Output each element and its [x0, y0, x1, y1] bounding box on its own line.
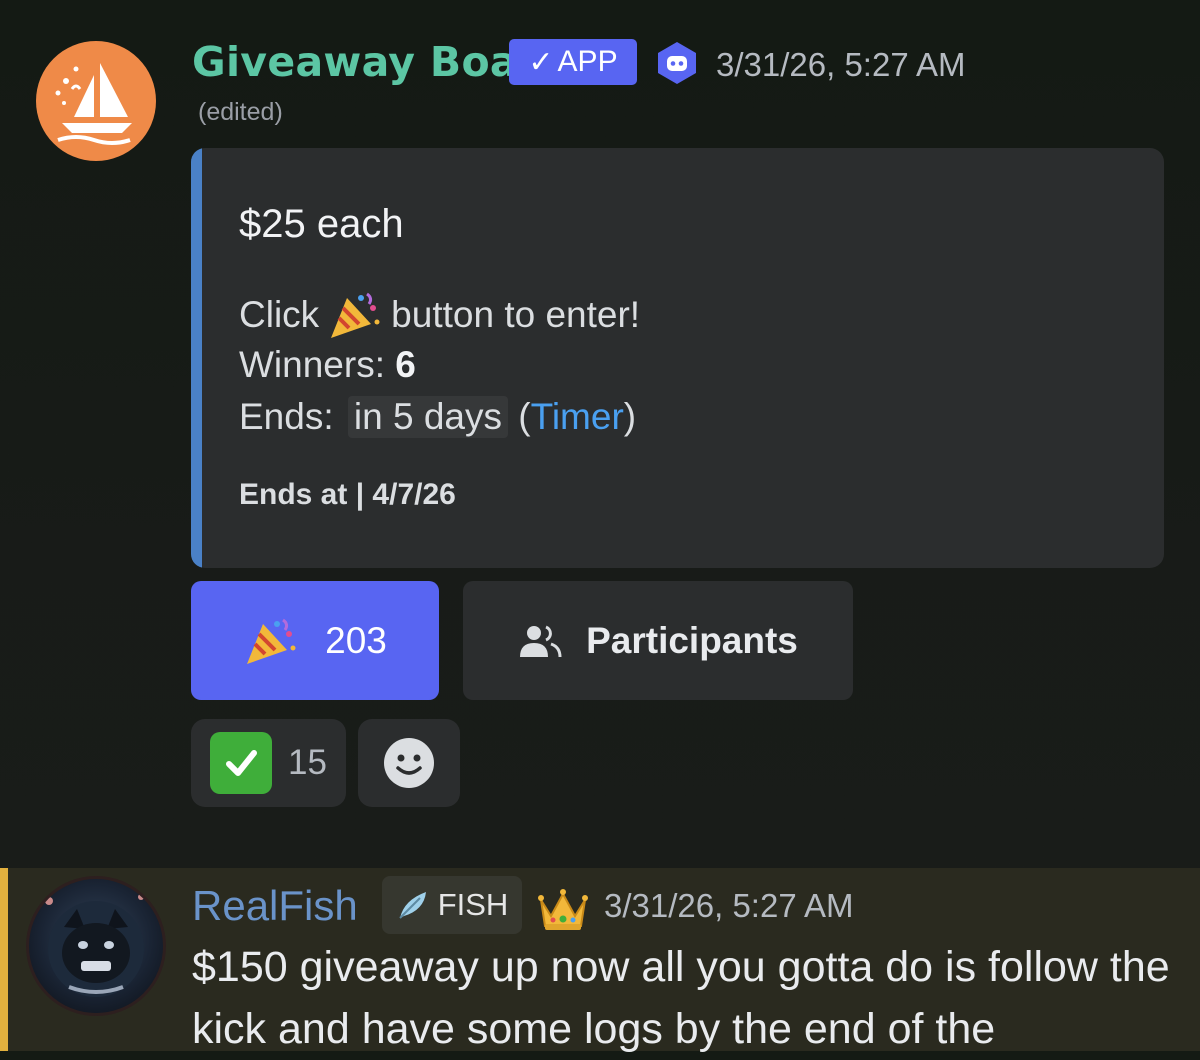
- party-popper-icon: [247, 618, 296, 664]
- embed-footer: Ends at | 4/7/26: [239, 478, 456, 511]
- click-suffix: button to enter!: [391, 294, 641, 335]
- ends-label: Ends:: [239, 396, 344, 437]
- realfish-message: RealFish FISH 3/31/26, 5:27 AM $150 give…: [0, 868, 1200, 1053]
- participants-button[interactable]: Participants: [463, 581, 853, 700]
- relative-timestamp[interactable]: in 5 days: [347, 396, 508, 438]
- crown-icon: [538, 889, 588, 930]
- edited-label: (edited): [198, 98, 283, 126]
- timer-link[interactable]: Timer: [531, 396, 624, 438]
- party-popper-icon: [331, 292, 380, 338]
- smiley-icon: [384, 738, 434, 788]
- app-tag: ✓ APP: [509, 39, 637, 85]
- giveaway-boat-avatar[interactable]: [36, 41, 156, 161]
- timer-open-paren: (: [508, 396, 531, 437]
- embed-title: $25 each: [239, 202, 404, 246]
- username[interactable]: RealFish: [192, 882, 358, 930]
- giveaway-embed: $25 each Click button to enter! Winners:…: [191, 148, 1164, 568]
- add-reaction-button[interactable]: [358, 719, 460, 807]
- embed-ends-line: Ends: in 5 days ( Timer ): [239, 396, 636, 438]
- timestamp: 3/31/26, 5:27 AM: [604, 887, 854, 924]
- username[interactable]: Giveaway Boat: [192, 38, 538, 86]
- click-prefix: Click: [239, 294, 320, 335]
- people-icon: [520, 625, 562, 657]
- realfish-avatar[interactable]: [26, 876, 166, 1016]
- guild-tag-label: FISH: [437, 887, 509, 922]
- enter-giveaway-button[interactable]: 203: [191, 581, 439, 700]
- timestamp: 3/31/26, 5:27 AM: [716, 46, 966, 83]
- feather-icon: [398, 892, 426, 919]
- app-tag-label: APP: [557, 45, 618, 78]
- boat-logo-icon: [55, 63, 132, 145]
- bot-badge-icon: [658, 42, 696, 84]
- check-mark-icon: [210, 732, 273, 794]
- reaction-count: 15: [288, 743, 327, 782]
- winners-label: Winners:: [239, 344, 396, 385]
- giveaway-message: Giveaway Boat ✓ APP 3/31/26, 5:27 AM (ed…: [0, 0, 1200, 868]
- reaction-check[interactable]: 15: [191, 719, 346, 807]
- enter-count: 203: [325, 619, 387, 661]
- embed-winners-line: Winners: 6: [239, 344, 416, 386]
- mention-highlight-bar: [0, 868, 8, 1051]
- participants-label: Participants: [586, 619, 798, 661]
- timer-close-paren: ): [623, 396, 637, 437]
- winners-value: 6: [395, 344, 416, 385]
- embed-click-line: Click button to enter!: [239, 288, 640, 342]
- guild-tag: FISH: [382, 876, 522, 934]
- check-icon: ✓: [528, 45, 554, 79]
- embed-accent-bar: [191, 148, 202, 568]
- message-content: $150 giveaway up now all you gotta do is…: [192, 943, 1170, 1053]
- cat-avatar-icon: [45, 894, 144, 997]
